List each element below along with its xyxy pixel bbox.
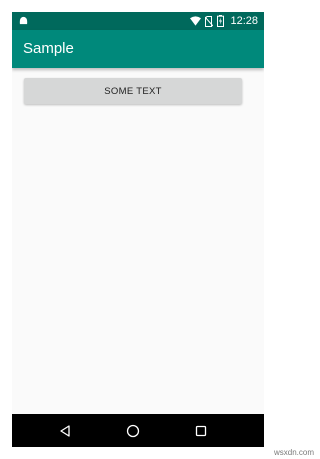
recents-button[interactable] xyxy=(192,422,210,440)
main-content: SOME TEXT xyxy=(12,68,264,414)
back-button[interactable] xyxy=(56,422,74,440)
back-icon xyxy=(60,425,70,437)
status-bar: 12:28 xyxy=(12,12,264,30)
phone-screen: 12:28 Sample SOME TEXT xyxy=(12,12,264,447)
android-icon xyxy=(19,16,28,25)
some-text-button[interactable]: SOME TEXT xyxy=(24,78,242,104)
home-button[interactable] xyxy=(124,422,142,440)
status-time: 12:28 xyxy=(230,15,258,27)
no-sim-icon xyxy=(205,15,214,27)
wifi-icon xyxy=(190,16,202,26)
watermark: wsxdn.com xyxy=(273,448,314,457)
navigation-bar xyxy=(12,414,264,447)
battery-charging-icon xyxy=(217,15,225,27)
app-title: Sample xyxy=(23,40,74,57)
status-icons: 12:28 xyxy=(190,13,258,29)
app-bar: Sample xyxy=(12,30,264,68)
home-icon xyxy=(126,424,140,438)
recents-icon xyxy=(195,425,207,437)
